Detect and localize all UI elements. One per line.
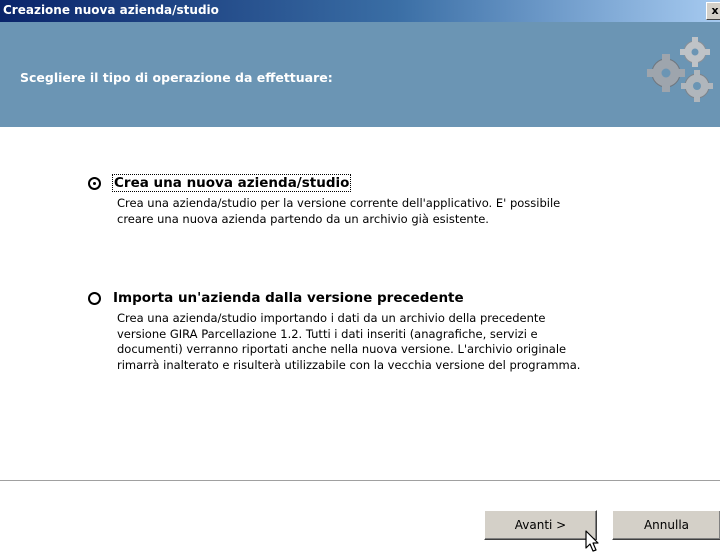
gears-icon — [647, 37, 713, 102]
next-button[interactable]: Avanti > — [484, 510, 597, 540]
wizard-header: Scegliere il tipo di operazione da effet… — [0, 22, 720, 127]
mouse-pointer-icon — [585, 530, 599, 552]
option-create-new-label[interactable]: Crea una nuova azienda/studio — [111, 174, 352, 192]
option-import-previous-label[interactable]: Importa un'azienda dalla versione preced… — [113, 290, 464, 306]
header-instruction: Scegliere il tipo di operazione da effet… — [20, 70, 333, 85]
cancel-button[interactable]: Annulla — [612, 510, 720, 540]
button-bar: Avanti > Annulla — [0, 482, 720, 553]
title-bar[interactable]: Creazione nuova azienda/studio x — [0, 0, 720, 22]
option-create-new-description: Crea una azienda/studio per la versione … — [117, 196, 561, 226]
options-panel: Crea una nuova azienda/studio Crea una a… — [0, 127, 720, 480]
window-title: Creazione nuova azienda/studio — [3, 3, 219, 17]
radio-create-new[interactable] — [88, 177, 101, 190]
radio-import-previous[interactable] — [88, 292, 101, 305]
close-button[interactable]: x — [706, 2, 720, 20]
option-import-previous-description: Crea una azienda/studio importando i dat… — [117, 311, 581, 372]
